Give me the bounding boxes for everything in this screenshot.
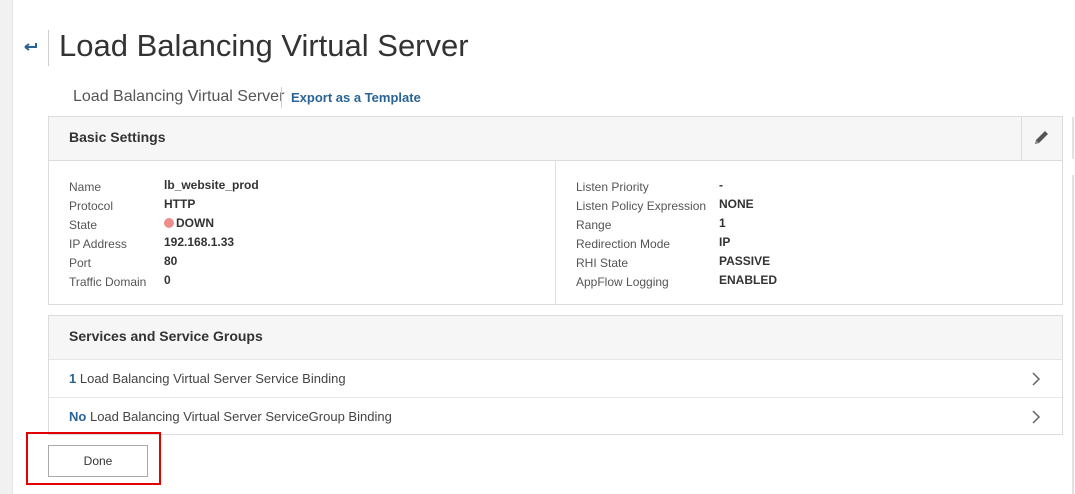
service-binding-row[interactable]: 1 Load Balancing Virtual Server Service … [49,359,1062,398]
redirection-mode-label: Redirection Mode [576,237,671,251]
port-value: 80 [164,254,178,268]
servicegroup-binding-label: Load Balancing Virtual Server ServiceGro… [89,409,392,424]
listen-priority-label: Listen Priority [576,180,649,194]
appflow-logging-value: ENABLED [719,273,778,287]
range-label: Range [576,218,612,232]
services-panel: Services and Service Groups 1 Load Balan… [48,315,1063,435]
servicegroup-binding-text: No Load Balancing Virtual Server Service… [69,409,392,424]
servicegroup-binding-count: No [69,409,87,424]
right-edge-divider [1072,117,1074,159]
servicegroup-binding-row[interactable]: No Load Balancing Virtual Server Service… [49,397,1062,436]
chevron-right-icon [1032,372,1041,386]
status-down-icon [164,218,174,228]
rhi-state-label: RHI State [576,256,629,270]
done-button[interactable]: Done [48,445,148,477]
name-label: Name [69,180,102,194]
column-divider [555,160,556,304]
service-binding-label: Load Balancing Virtual Server Service Bi… [79,371,346,386]
rhi-state-value: PASSIVE [719,254,771,268]
range-value: 1 [719,216,726,230]
left-sidebar-strip [0,0,13,494]
state-label: State [69,218,98,232]
listen-policy-value: NONE [719,197,754,211]
title-divider [48,30,49,66]
basic-settings-header: Basic Settings [49,117,1062,161]
breadcrumb-label: Load Balancing Virtual Server [73,88,285,105]
services-title: Services and Service Groups [69,328,263,344]
page-title: Load Balancing Virtual Server [59,28,469,63]
services-header: Services and Service Groups [49,316,1062,360]
name-value: lb_website_prod [164,178,259,192]
listen-priority-value: - [719,178,723,192]
back-arrow-icon[interactable] [22,36,40,58]
subheader-divider [281,87,282,108]
edit-button[interactable] [1021,117,1062,160]
ip-address-label: IP Address [69,237,127,251]
state-value: DOWN [164,216,214,230]
pencil-icon [1035,131,1048,144]
protocol-value: HTTP [164,197,196,211]
basic-settings-panel: Basic Settings Name lb_website_prod Prot… [48,116,1063,305]
ip-address-value: 192.168.1.33 [164,235,235,249]
port-label: Port [69,256,92,270]
traffic-domain-value: 0 [164,273,171,287]
export-template-link[interactable]: Export as a Template [291,90,421,105]
state-text: DOWN [176,216,214,230]
traffic-domain-label: Traffic Domain [69,275,147,289]
chevron-right-icon [1032,410,1041,424]
protocol-label: Protocol [69,199,114,213]
service-binding-text: 1 Load Balancing Virtual Server Service … [69,371,346,386]
right-edge-divider [1072,175,1074,494]
redirection-mode-value: IP [719,235,731,249]
service-binding-count: 1 [69,371,77,386]
appflow-logging-label: AppFlow Logging [576,275,669,289]
basic-settings-title: Basic Settings [69,129,166,145]
listen-policy-label: Listen Policy Expression [576,199,707,213]
